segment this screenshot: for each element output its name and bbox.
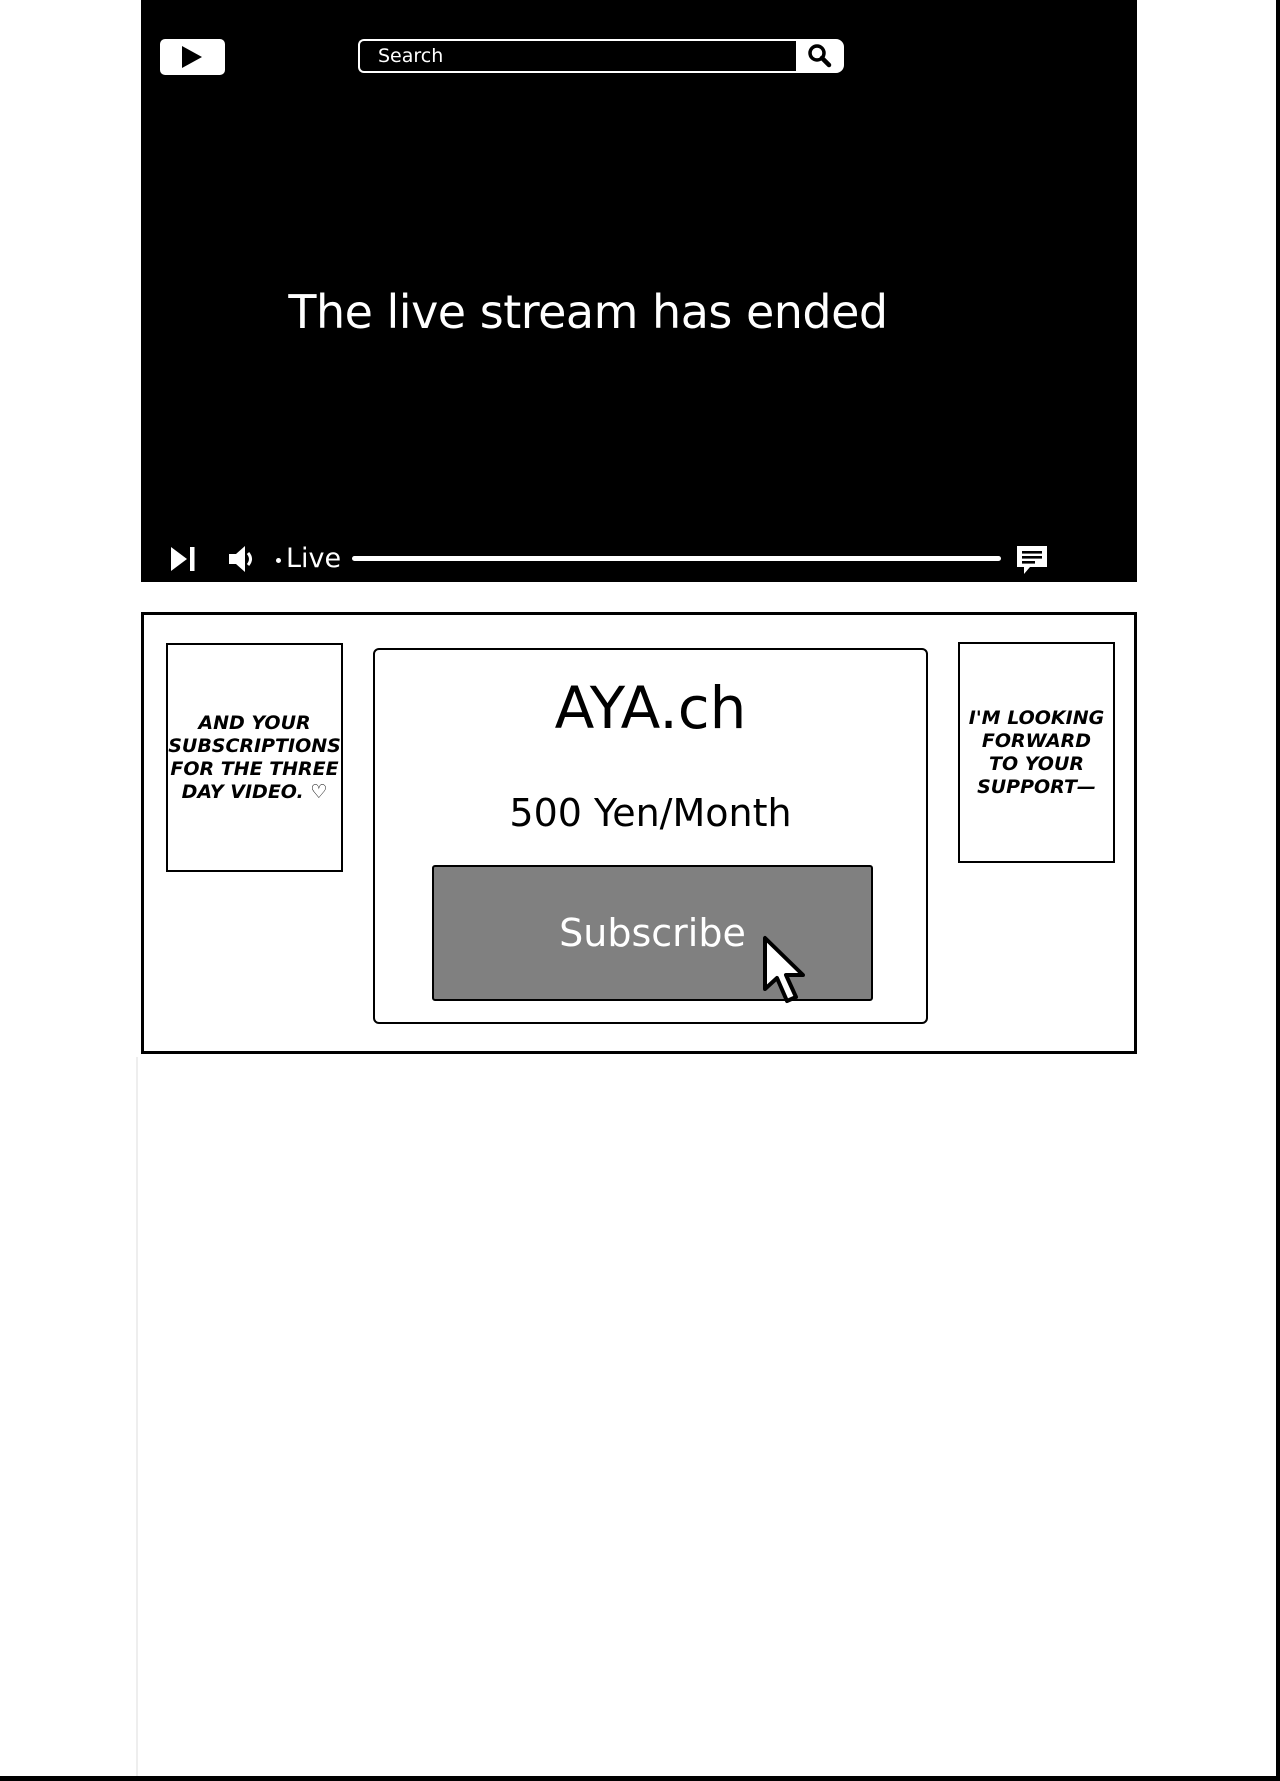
stream-ended-message: The live stream has ended xyxy=(288,285,888,339)
page-bottom-border xyxy=(0,1776,1280,1781)
page-edge-line xyxy=(1276,0,1280,1781)
chat-icon[interactable] xyxy=(1014,543,1050,577)
search-button[interactable] xyxy=(796,39,844,73)
page-gutter-line xyxy=(136,1057,138,1776)
speech-bubble-left: AND YOUR SUBSCRIPTIONS FOR THE THREE DAY… xyxy=(166,643,343,872)
mouse-pointer-icon xyxy=(763,936,805,1003)
video-player[interactable]: The live stream has ended Live xyxy=(141,0,1137,582)
live-label: Live xyxy=(286,543,342,574)
channel-name: AYA.ch xyxy=(554,674,747,742)
speech-bubble-right: I'M LOOKING FORWARD TO YOUR SUPPORT— xyxy=(958,642,1115,863)
search-input[interactable] xyxy=(360,41,800,71)
volume-icon[interactable] xyxy=(227,544,257,574)
subscription-panel: AND YOUR SUBSCRIPTIONS FOR THE THREE DAY… xyxy=(141,612,1137,1054)
search-box[interactable] xyxy=(358,39,800,73)
live-indicator-dot xyxy=(276,558,281,563)
play-logo-icon[interactable] xyxy=(160,39,225,75)
search-icon xyxy=(808,44,832,68)
price-label: 500 Yen/Month xyxy=(509,791,792,835)
subscription-card: AYA.ch 500 Yen/Month Subscribe xyxy=(373,648,928,1024)
play-next-icon[interactable] xyxy=(169,545,197,573)
progress-bar[interactable] xyxy=(352,556,1001,561)
